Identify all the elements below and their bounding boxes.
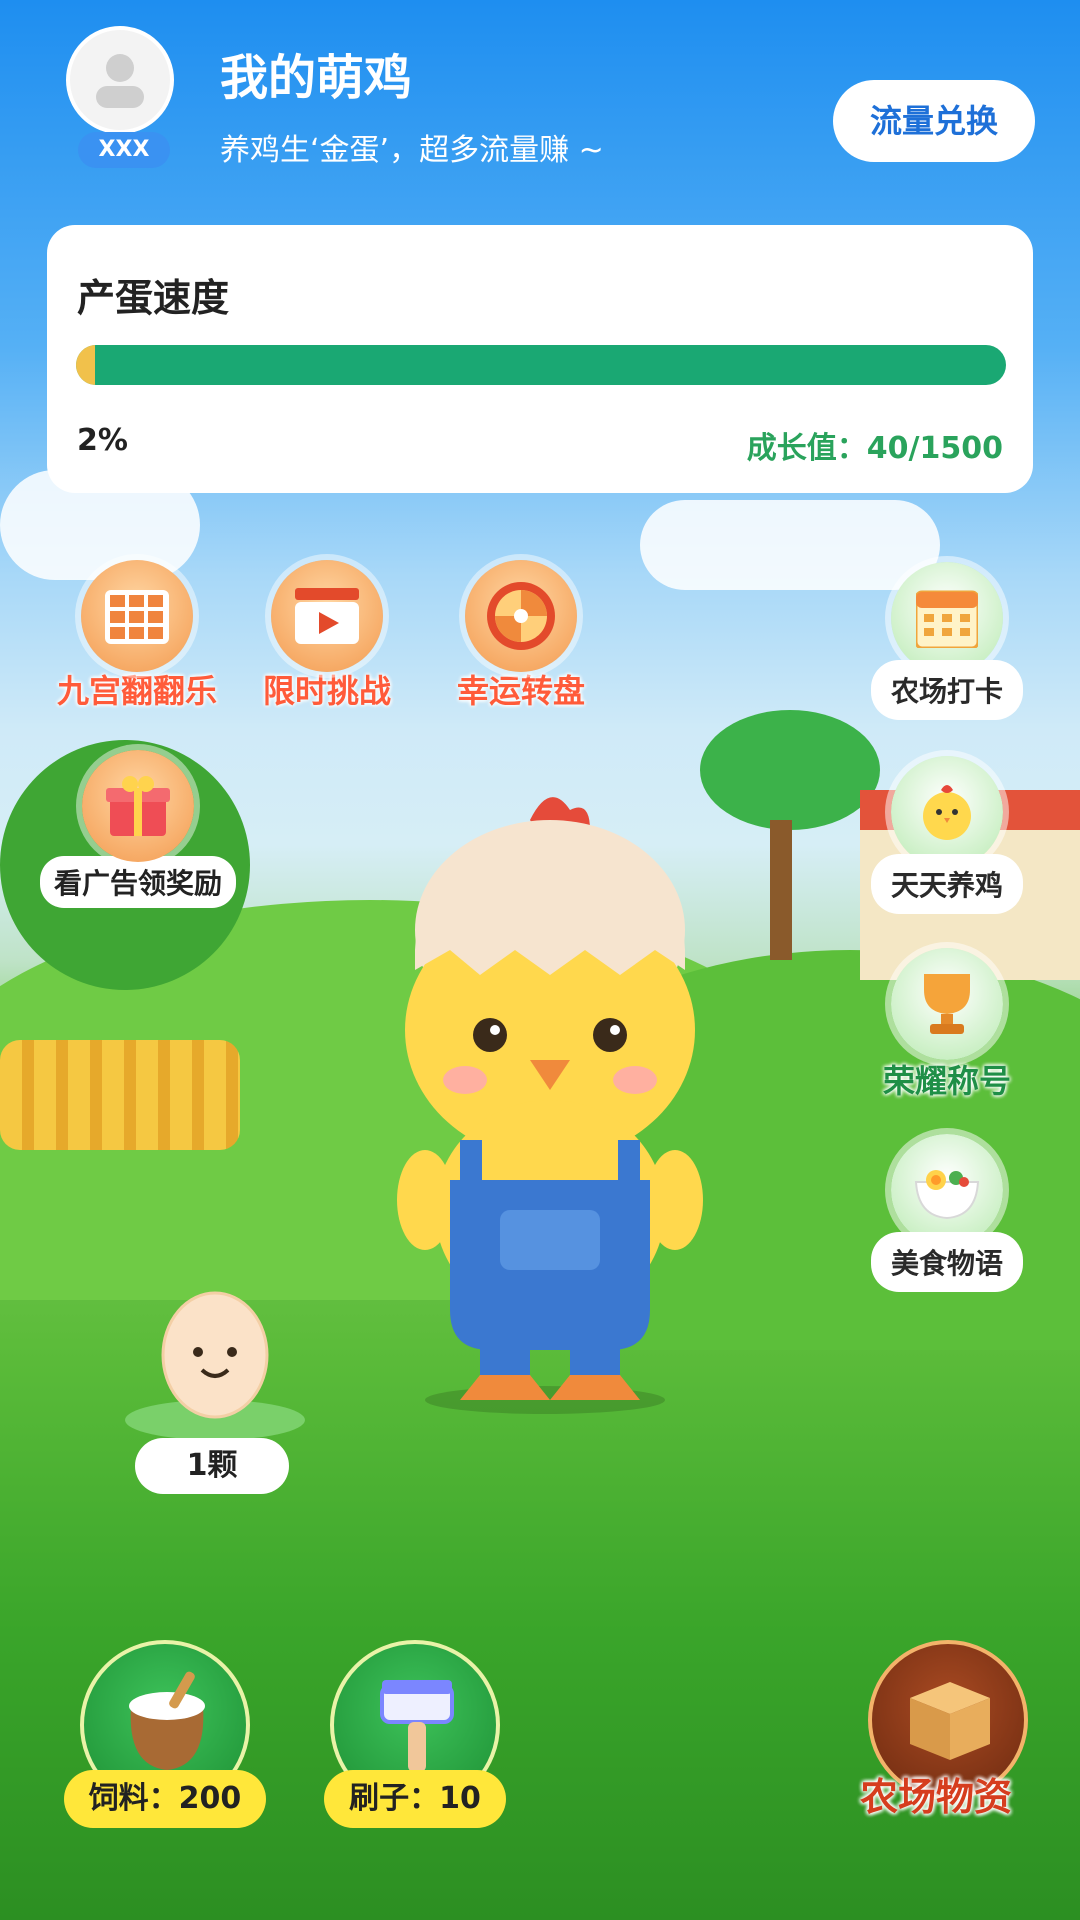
chick-icon xyxy=(891,756,1003,868)
feature-label: 看广告领奖励 xyxy=(39,856,236,908)
growth-value: 成长值：40/1500 xyxy=(746,431,1003,466)
card-title: 产蛋速度 xyxy=(77,276,230,320)
food-bowl-icon xyxy=(891,1134,1003,1246)
feature-food-story[interactable]: 美食物语 xyxy=(862,1134,1032,1292)
feature-daily-chicken[interactable]: 天天养鸡 xyxy=(862,756,1032,914)
wheel-icon xyxy=(465,560,577,672)
page-subtitle: 养鸡生‘金蛋’，超多流量赚 ~ xyxy=(220,133,604,168)
gift-box-icon xyxy=(82,750,194,862)
progress-fill xyxy=(76,345,95,385)
user-icon xyxy=(96,54,144,108)
clapperboard-icon xyxy=(271,560,383,672)
feature-label: 九宫翻翻乐 xyxy=(56,672,217,710)
feature-label: 美食物语 xyxy=(870,1232,1023,1292)
feature-honor-title[interactable]: 荣耀称号 xyxy=(862,948,1032,1112)
app-screen: XXX 我的萌鸡 养鸡生‘金蛋’，超多流量赚 ~ 流量兑换 产蛋速度 2% 成长… xyxy=(0,0,1080,1920)
feature-label: 幸运转盘 xyxy=(456,672,585,710)
page-title: 我的萌鸡 xyxy=(220,50,413,106)
feature-lucky-wheel[interactable]: 幸运转盘 xyxy=(426,560,616,712)
feed-count: 饲料：200 xyxy=(64,1770,266,1828)
traffic-exchange-button[interactable]: 流量兑换 xyxy=(833,80,1035,162)
farm-supplies-button[interactable]: 农场物资 xyxy=(860,1766,1012,1821)
brush-count: 刷子：10 xyxy=(324,1770,506,1828)
nickname-badge: XXX xyxy=(78,132,170,168)
egg-count: 1颗 xyxy=(135,1438,289,1494)
tree xyxy=(700,710,880,830)
feature-label: 荣耀称号 xyxy=(882,1062,1011,1100)
grid-icon xyxy=(81,560,193,672)
progress-percent: 2% xyxy=(77,423,128,458)
feature-nine-grid[interactable]: 九宫翻翻乐 xyxy=(42,560,232,712)
egg-speed-progress-bar xyxy=(76,345,1006,385)
avatar[interactable] xyxy=(66,26,174,134)
feature-label: 农场打卡 xyxy=(870,660,1023,720)
feature-label: 天天养鸡 xyxy=(870,854,1023,914)
feature-watch-ad-reward[interactable]: 看广告领奖励 xyxy=(38,750,238,908)
tree-trunk xyxy=(770,820,792,960)
trophy-icon xyxy=(891,948,1003,1060)
egg-speed-card: 产蛋速度 2% 成长值：40/1500 xyxy=(47,225,1033,493)
feature-label: 限时挑战 xyxy=(262,672,391,710)
chick-mascot[interactable] xyxy=(380,780,720,1420)
calendar-icon xyxy=(891,562,1003,674)
wheat-field xyxy=(0,1040,240,1150)
feature-farm-checkin[interactable]: 农场打卡 xyxy=(862,562,1032,720)
egg-icon[interactable] xyxy=(120,1270,310,1440)
feature-limited-challenge[interactable]: 限时挑战 xyxy=(232,560,422,712)
